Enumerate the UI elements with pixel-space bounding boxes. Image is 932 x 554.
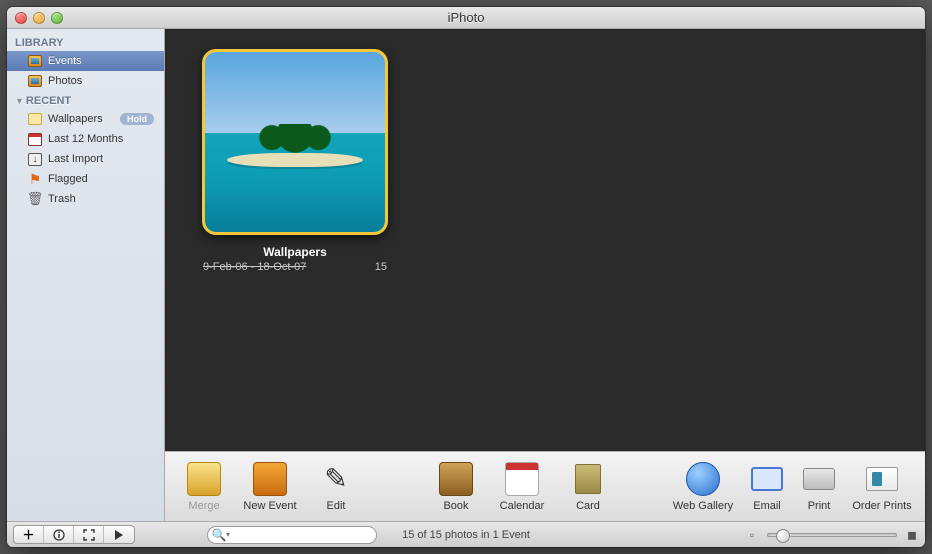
search-icon: 🔍: [212, 528, 226, 542]
app-window: iPhoto LIBRARY Events Photos ▼ RECENT Wa…: [7, 7, 925, 547]
sidebar-item-wallpapers[interactable]: Wallpapers Hold: [7, 109, 164, 129]
print-icon: [802, 462, 836, 496]
trash-icon: 🗑: [27, 191, 43, 207]
event-photo-count: 15: [375, 261, 387, 273]
events-icon: [27, 53, 43, 69]
sidebar-header-label: RECENT: [26, 95, 71, 107]
globe-icon: [686, 462, 720, 496]
toolbar-label: Card: [576, 500, 600, 512]
toolbar-label: Order Prints: [852, 500, 911, 512]
order-prints-button[interactable]: Order Prints: [849, 462, 915, 512]
calendar-icon: [27, 131, 43, 147]
info-button[interactable]: [44, 526, 74, 543]
merge-button[interactable]: Merge: [175, 462, 233, 512]
toolbar-label: Edit: [327, 500, 346, 512]
sidebar-item-last-import[interactable]: Last Import: [7, 149, 164, 169]
book-icon: [439, 462, 473, 496]
event-date-range: 9-Feb-06 - 18-Oct-07: [203, 261, 306, 273]
search-field[interactable]: 🔍 ▾: [207, 526, 377, 544]
card-button[interactable]: Card: [559, 462, 617, 512]
events-grid[interactable]: Wallpapers 9-Feb-06 - 18-Oct-07 15: [165, 29, 925, 451]
import-icon: [27, 151, 43, 167]
toolbar-label: Email: [753, 500, 781, 512]
titlebar: iPhoto: [7, 7, 925, 29]
sidebar-item-label: Events: [48, 55, 82, 67]
sidebar-header-library: LIBRARY: [7, 33, 164, 51]
add-button[interactable]: ＋: [14, 526, 44, 543]
content-area: Wallpapers 9-Feb-06 - 18-Oct-07 15 Merge: [165, 29, 925, 521]
thumbnail-large-icon: ◼: [905, 528, 919, 542]
sidebar-item-label: Last Import: [48, 153, 103, 165]
event-thumbnail: [205, 52, 385, 232]
fullscreen-button[interactable]: [74, 526, 104, 543]
toolbar-label: Web Gallery: [673, 500, 733, 512]
sidebar-item-label: Photos: [48, 75, 82, 87]
web-gallery-button[interactable]: Web Gallery: [669, 462, 737, 512]
photos-icon: [27, 73, 43, 89]
event-cell[interactable]: Wallpapers 9-Feb-06 - 18-Oct-07 15: [195, 49, 395, 273]
order-prints-icon: [865, 462, 899, 496]
toolbar-label: New Event: [243, 500, 296, 512]
sidebar: LIBRARY Events Photos ▼ RECENT Wallpaper…: [7, 29, 165, 521]
window-title: iPhoto: [7, 10, 925, 25]
sidebar-item-flagged[interactable]: ⚑ Flagged: [7, 169, 164, 189]
edit-button[interactable]: ✎ Edit: [307, 462, 365, 512]
event-title[interactable]: Wallpapers: [195, 245, 395, 259]
merge-icon: [187, 462, 221, 496]
email-icon: [750, 462, 784, 496]
sidebar-item-label: Last 12 Months: [48, 133, 123, 145]
card-icon: [571, 462, 605, 496]
toolbar: Merge New Event ✎ Edit Book: [165, 451, 925, 521]
new-event-icon: [253, 462, 287, 496]
album-icon: [27, 111, 43, 127]
email-button[interactable]: Email: [745, 462, 789, 512]
sidebar-item-last-12-months[interactable]: Last 12 Months: [7, 129, 164, 149]
thumbnail-small-icon: ▫: [745, 528, 759, 542]
sidebar-item-events[interactable]: Events: [7, 51, 164, 71]
edit-icon: ✎: [319, 462, 353, 496]
toolbar-label: Print: [808, 500, 831, 512]
sidebar-item-trash[interactable]: 🗑 Trash: [7, 189, 164, 209]
sidebar-item-photos[interactable]: Photos: [7, 71, 164, 91]
calendar-button[interactable]: Calendar: [493, 462, 551, 512]
print-button[interactable]: Print: [797, 462, 841, 512]
sidebar-header-label: LIBRARY: [15, 37, 63, 49]
toolbar-label: Calendar: [500, 500, 545, 512]
bottom-segmented-control: ＋: [13, 525, 135, 544]
event-meta: 9-Feb-06 - 18-Oct-07 15: [195, 259, 395, 273]
book-button[interactable]: Book: [427, 462, 485, 512]
thumbnail-size-slider[interactable]: [767, 533, 897, 537]
body-split: LIBRARY Events Photos ▼ RECENT Wallpaper…: [7, 29, 925, 521]
sidebar-item-label: Wallpapers: [48, 113, 103, 125]
search-input[interactable]: [230, 529, 372, 541]
flag-icon: ⚑: [27, 171, 43, 187]
statusbar: ＋ 🔍 ▾ 15 of 15 photos in 1 Event ▫ ◼: [7, 521, 925, 547]
disclosure-triangle-icon[interactable]: ▼: [15, 96, 24, 106]
new-event-button[interactable]: New Event: [241, 462, 299, 512]
sidebar-header-recent[interactable]: ▼ RECENT: [7, 91, 164, 109]
toolbar-label: Merge: [188, 500, 219, 512]
status-text: 15 of 15 photos in 1 Event: [402, 529, 530, 541]
play-button[interactable]: [104, 526, 134, 543]
calendar-icon: [505, 462, 539, 496]
event-thumbnail-frame[interactable]: [202, 49, 388, 235]
hold-badge: Hold: [120, 113, 154, 125]
sidebar-item-label: Trash: [48, 193, 76, 205]
toolbar-label: Book: [443, 500, 468, 512]
sidebar-item-label: Flagged: [48, 173, 88, 185]
